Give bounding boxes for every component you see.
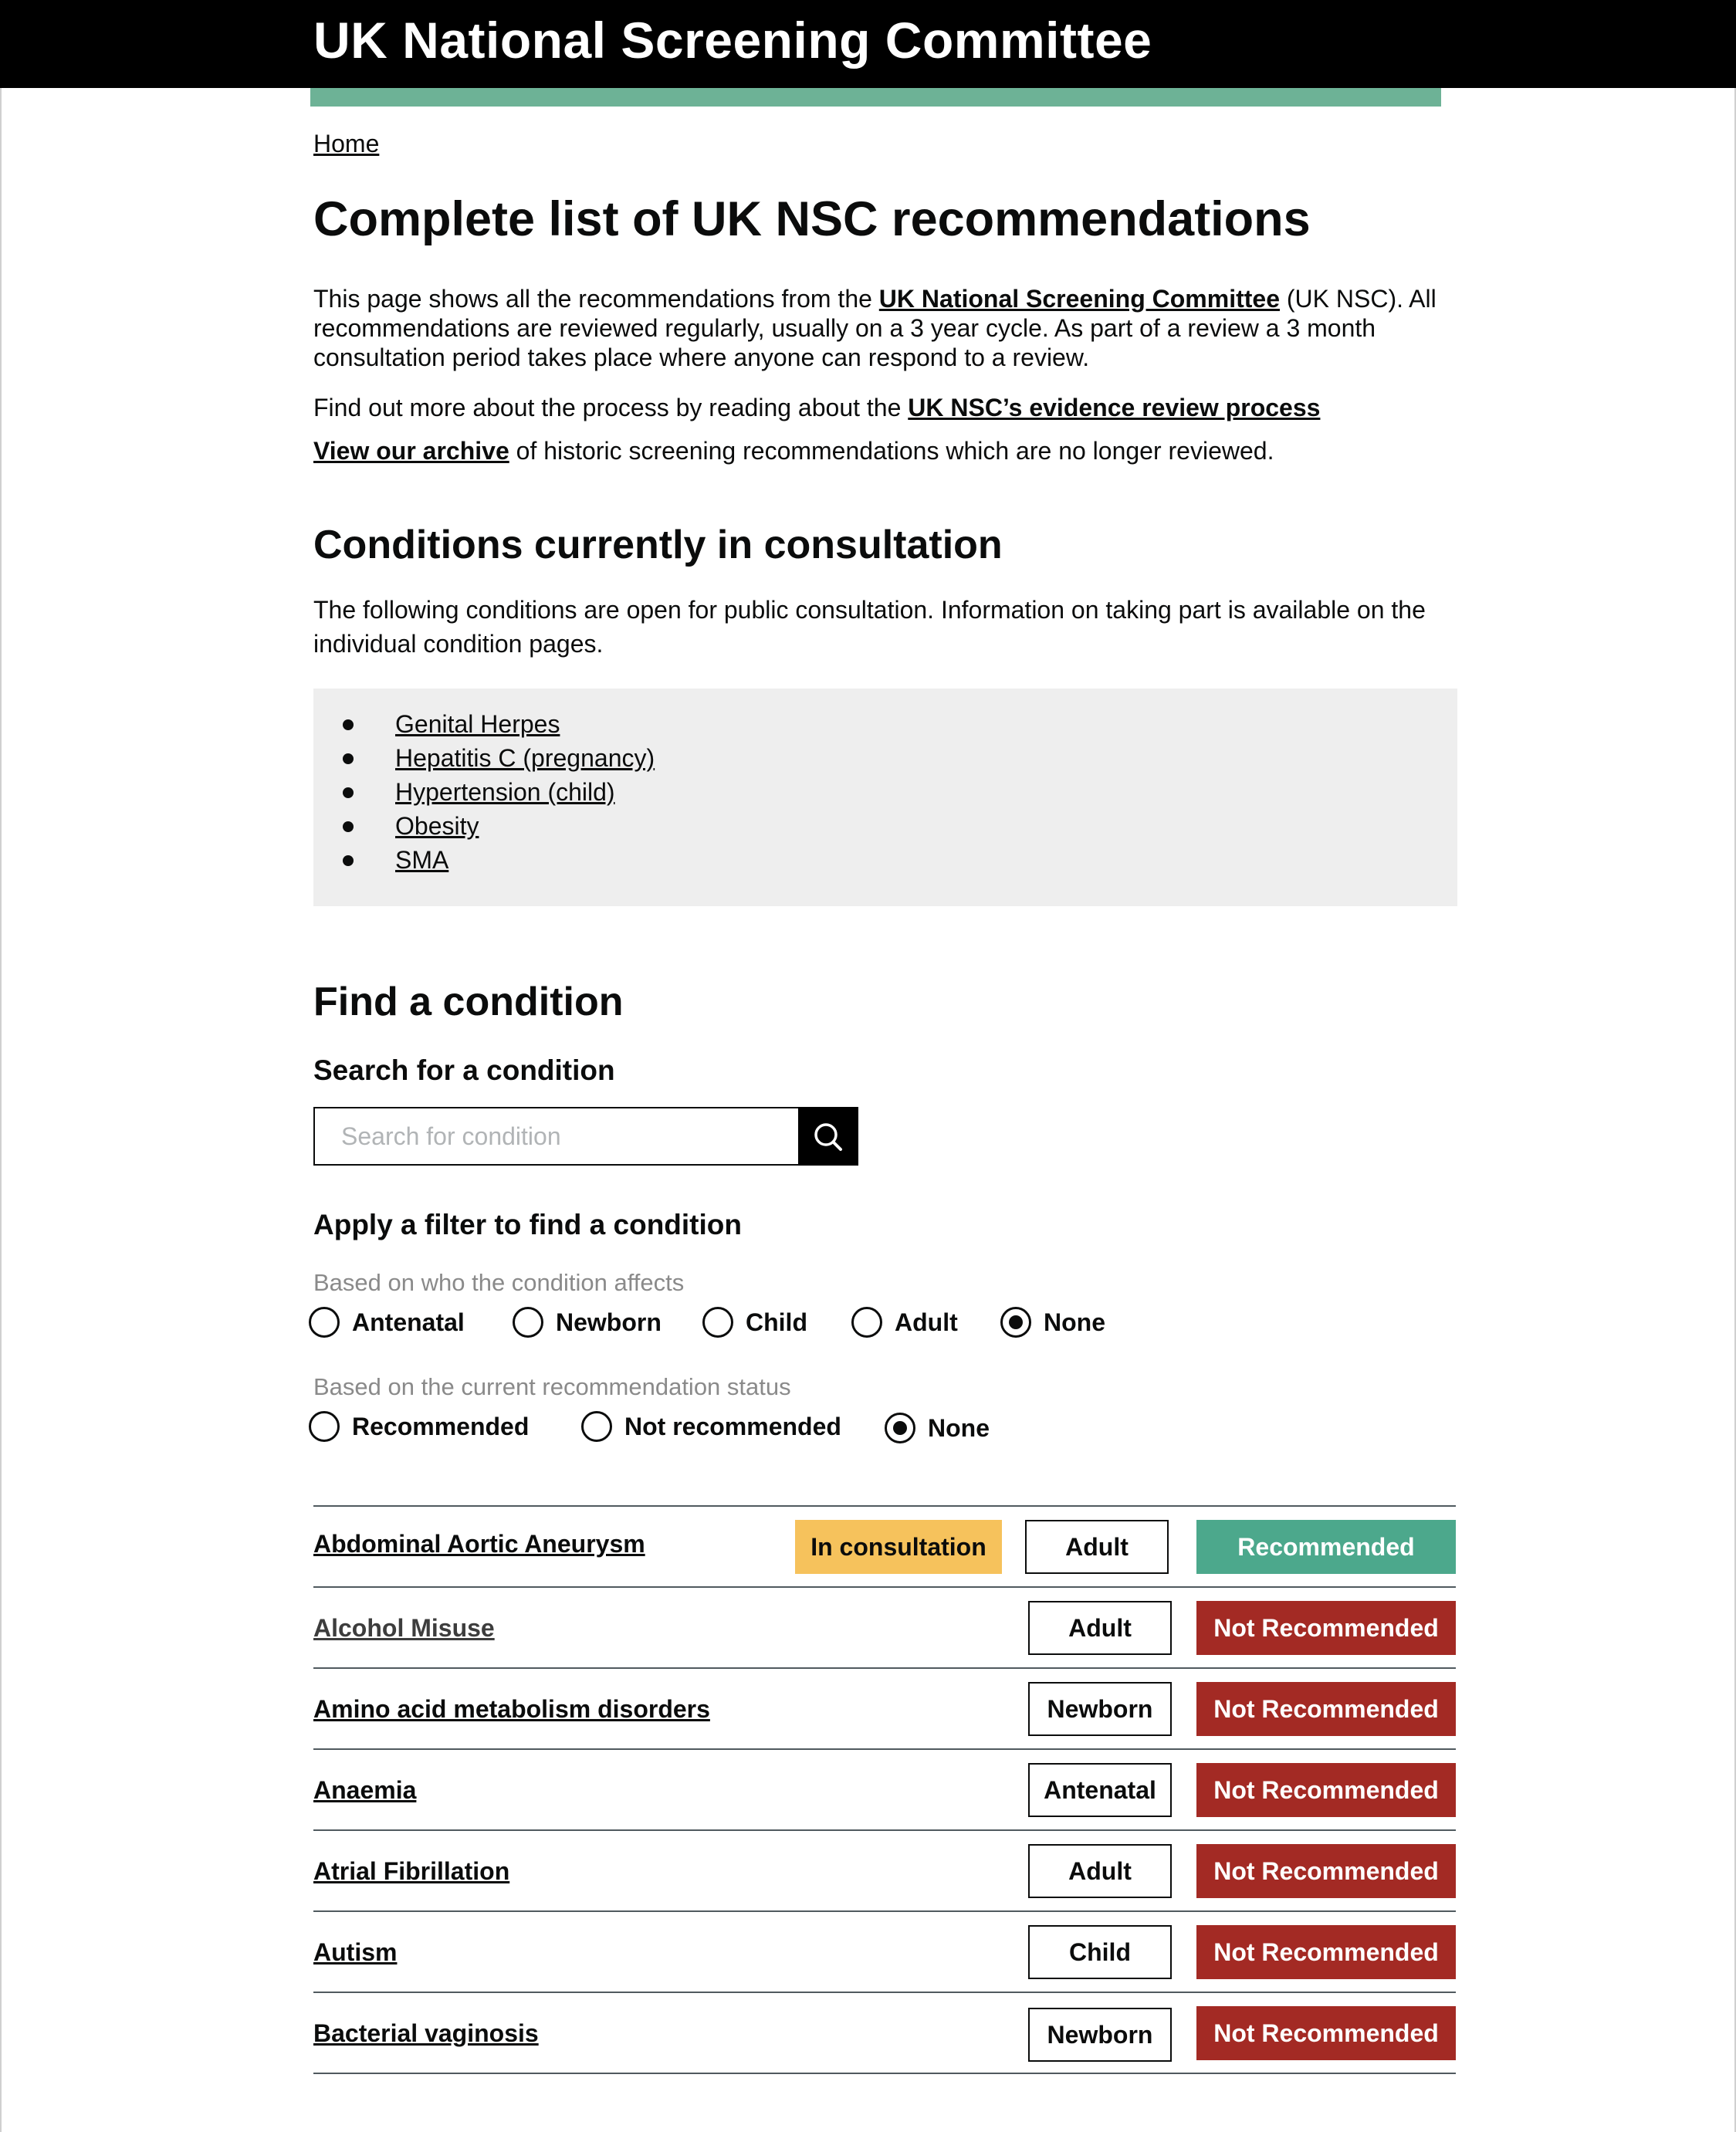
radio-circle[interactable] — [702, 1307, 733, 1338]
radio-not-recommended[interactable]: Not recommended — [581, 1411, 841, 1442]
consultation-link-obesity[interactable]: Obesity — [395, 812, 479, 840]
find-condition-heading: Find a condition — [313, 980, 624, 1024]
radio-adult[interactable]: Adult — [851, 1307, 958, 1338]
status-badge: Not Recommended — [1196, 1763, 1456, 1817]
bullet-icon — [343, 787, 354, 798]
radio-circle-selected[interactable] — [1000, 1307, 1031, 1338]
breadcrumb-home[interactable]: Home — [313, 130, 379, 158]
archive-text: of historic screening recommendations wh… — [509, 437, 1274, 465]
table-row: Amino acid metabolism disorders Newborn … — [313, 1667, 1456, 1748]
consultation-link-genital-herpes[interactable]: Genital Herpes — [395, 710, 560, 738]
radio-antenatal[interactable]: Antenatal — [309, 1307, 465, 1338]
consultation-item: Obesity — [340, 812, 655, 846]
radio-circle[interactable] — [581, 1411, 612, 1442]
status-badge: Not Recommended — [1196, 1844, 1456, 1898]
process-text: Find out more about the process by readi… — [313, 394, 909, 421]
status-badge: Recommended — [1196, 1520, 1456, 1574]
site-title[interactable]: UK National Screening Committee — [313, 11, 1152, 69]
condition-link[interactable]: Bacterial vaginosis — [313, 2019, 539, 2048]
population-tag: Adult — [1025, 1520, 1169, 1574]
radio-who-none[interactable]: None — [1000, 1307, 1105, 1338]
population-tag: Adult — [1028, 1601, 1172, 1655]
header-accent-bar — [310, 88, 1441, 107]
bullet-icon — [343, 753, 354, 764]
consultation-item: Hepatitis C (pregnancy) — [340, 744, 655, 778]
consultation-list: Genital Herpes Hepatitis C (pregnancy) H… — [340, 710, 655, 880]
consultation-panel: Genital Herpes Hepatitis C (pregnancy) H… — [313, 689, 1457, 906]
table-row: Alcohol Misuse Adult Not Recommended — [313, 1586, 1456, 1667]
page-title: Complete list of UK NSC recommendations — [313, 192, 1311, 246]
population-tag: Child — [1028, 1925, 1172, 1979]
who-filter-caption: Based on who the condition affects — [313, 1269, 685, 1296]
consultation-tag: In consultation — [795, 1520, 1002, 1574]
bullet-icon — [343, 855, 354, 866]
status-badge: Not Recommended — [1196, 1925, 1456, 1979]
radio-child[interactable]: Child — [702, 1307, 807, 1338]
radio-label: Newborn — [556, 1308, 662, 1336]
radio-label: Not recommended — [624, 1412, 841, 1440]
consultation-item: Genital Herpes — [340, 710, 655, 744]
radio-label: Antenatal — [352, 1308, 465, 1336]
bullet-icon — [343, 719, 354, 730]
magnifier-icon — [814, 1123, 842, 1151]
consultation-link-hypertension[interactable]: Hypertension (child) — [395, 778, 615, 806]
radio-circle-selected[interactable] — [885, 1413, 915, 1443]
table-row: Bacterial vaginosis Newborn Not Recommen… — [313, 1992, 1456, 2074]
population-tag: Antenatal — [1028, 1763, 1172, 1817]
bullet-icon — [343, 821, 354, 832]
radio-recommended[interactable]: Recommended — [309, 1411, 529, 1442]
radio-label: Recommended — [352, 1412, 530, 1440]
radio-status-none[interactable]: None — [885, 1413, 990, 1443]
status-badge: Not Recommended — [1196, 1682, 1456, 1736]
consultation-item: SMA — [340, 846, 655, 880]
consultation-link-hepatitis-c[interactable]: Hepatitis C (pregnancy) — [395, 744, 655, 772]
condition-link[interactable]: Atrial Fibrillation — [313, 1857, 509, 1886]
table-row: Autism Child Not Recommended — [313, 1910, 1456, 1992]
consultation-item: Hypertension (child) — [340, 778, 655, 812]
condition-link[interactable]: Anaemia — [313, 1776, 416, 1805]
radio-label: Child — [746, 1308, 807, 1336]
consultation-heading: Conditions currently in consultation — [313, 523, 1003, 567]
population-tag: Newborn — [1028, 1682, 1172, 1736]
table-row: Anaemia Antenatal Not Recommended — [313, 1748, 1456, 1829]
condition-link[interactable]: Abdominal Aortic Aneurysm — [313, 1530, 645, 1558]
radio-circle[interactable] — [309, 1307, 340, 1338]
radio-newborn[interactable]: Newborn — [513, 1307, 662, 1338]
site-header: UK National Screening Committee — [0, 0, 1736, 88]
archive-link[interactable]: View our archive — [313, 437, 509, 465]
population-tag: Newborn — [1028, 2008, 1172, 2062]
consultation-link-sma[interactable]: SMA — [395, 846, 448, 874]
status-filter-caption: Based on the current recommendation stat… — [313, 1373, 791, 1400]
condition-link[interactable]: Autism — [313, 1938, 397, 1967]
consultation-description: The following conditions are open for pu… — [313, 596, 1426, 658]
radio-circle[interactable] — [309, 1411, 340, 1442]
status-badge: Not Recommended — [1196, 1601, 1456, 1655]
population-tag: Adult — [1028, 1844, 1172, 1898]
archive-paragraph: View our archive of historic screening r… — [313, 437, 1274, 465]
condition-link[interactable]: Alcohol Misuse — [313, 1614, 495, 1643]
intro-paragraph: This page shows all the recommendations … — [313, 284, 1456, 372]
radio-label: None — [1044, 1308, 1105, 1336]
table-row: Atrial Fibrillation Adult Not Recommende… — [313, 1829, 1456, 1910]
intro-text-start: This page shows all the recommendations … — [313, 285, 879, 313]
radio-circle[interactable] — [851, 1307, 882, 1338]
evidence-review-link[interactable]: UK NSC’s evidence review process — [908, 394, 1320, 421]
table-row: Abdominal Aortic Aneurysm In consultatio… — [313, 1505, 1456, 1586]
radio-label: None — [928, 1413, 990, 1442]
search-label: Search for a condition — [313, 1054, 615, 1086]
search-input[interactable]: Search for condition — [313, 1107, 800, 1166]
search-button[interactable] — [798, 1107, 858, 1166]
committee-link[interactable]: UK National Screening Committee — [879, 285, 1280, 313]
filter-heading: Apply a filter to find a condition — [313, 1209, 742, 1240]
status-badge: Not Recommended — [1196, 2006, 1456, 2060]
process-paragraph: Find out more about the process by readi… — [313, 394, 1320, 422]
condition-link[interactable]: Amino acid metabolism disorders — [313, 1695, 710, 1724]
radio-label: Adult — [895, 1308, 958, 1336]
radio-circle[interactable] — [513, 1307, 543, 1338]
